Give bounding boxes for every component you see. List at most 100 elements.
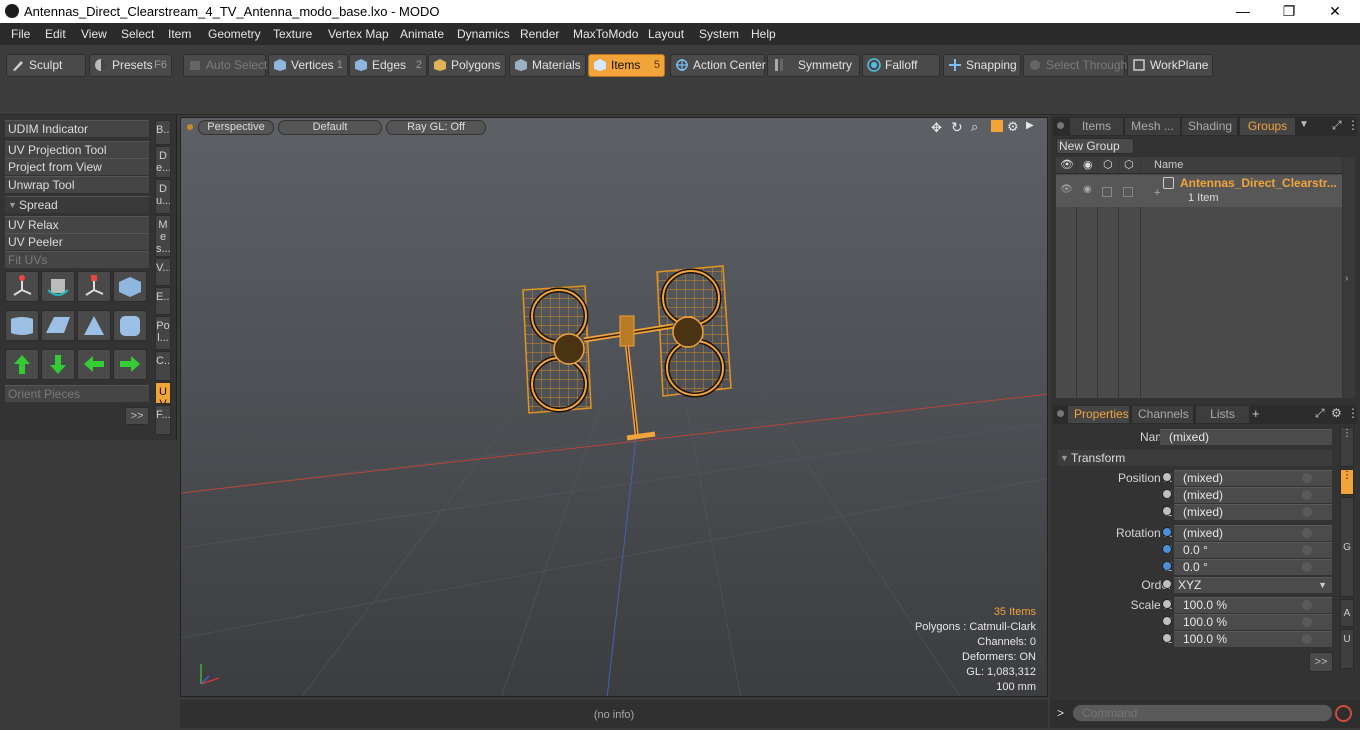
menu-vertex-map[interactable]: Vertex Map [328, 27, 389, 41]
command-input[interactable] [1072, 704, 1333, 722]
3d-viewport[interactable]: Perspective Default Ray GL: Off ✥ ↻ ⌕ ⚙ … [180, 117, 1048, 697]
project-from-view-button[interactable]: Project from View [5, 158, 149, 175]
rotation-z-key-icon[interactable] [1302, 562, 1312, 572]
tab-properties[interactable]: Properties [1068, 406, 1130, 423]
name-field[interactable]: (mixed) [1160, 429, 1332, 445]
scale-y-key-icon[interactable] [1302, 617, 1312, 627]
rotation-y-key-icon[interactable] [1302, 545, 1312, 555]
vtab-uv[interactable]: UV [155, 382, 171, 404]
workplane-button[interactable]: WorkPlane [1127, 54, 1213, 77]
tab-lists[interactable]: Lists [1196, 406, 1250, 423]
menu-dynamics[interactable]: Dynamics [457, 27, 510, 41]
uv-relax-button[interactable]: UV Relax [5, 216, 149, 233]
auto-select-button[interactable]: Auto Select [183, 54, 267, 77]
properties-menu-icon[interactable]: ⋮ [1347, 406, 1359, 420]
uv-sphere-project-button[interactable] [113, 310, 147, 341]
rotation-x-key-icon[interactable] [1302, 528, 1312, 538]
menu-item[interactable]: Item [168, 27, 191, 41]
materials-button[interactable]: Materials [509, 54, 586, 77]
tab-items[interactable]: Items [1070, 118, 1124, 135]
uv-projection-tool-button[interactable]: UV Projection Tool [5, 141, 149, 158]
vtab-curve[interactable]: C... [155, 351, 171, 381]
sidebar-strip-active[interactable]: ⋮ [1340, 469, 1354, 495]
sidebar-strip-top[interactable]: ⋮ [1340, 427, 1354, 467]
panel-menu-icon[interactable]: ⋮ [1347, 118, 1359, 132]
select-icon[interactable]: ⬡ [1124, 158, 1134, 171]
snapping-button[interactable]: Snapping [943, 54, 1021, 77]
scale-z-key-icon[interactable] [1302, 634, 1312, 644]
uv-left-button[interactable] [77, 349, 111, 380]
more-properties-button[interactable]: >> [1309, 652, 1333, 672]
scale-y-radio[interactable] [1162, 616, 1172, 626]
presets-button[interactable]: Presets F6 [89, 54, 172, 77]
menu-animate[interactable]: Animate [400, 27, 444, 41]
minimize-button[interactable]: — [1220, 0, 1266, 23]
add-tab-icon[interactable]: + [1252, 406, 1260, 421]
vtab-vertex[interactable]: V... [155, 258, 171, 286]
view-type-button[interactable]: Perspective [198, 120, 274, 135]
group-row[interactable]: 👁 ◉ + Antennas_Direct_Clearstr... 1 Item [1056, 175, 1342, 207]
vtab-mesh-edit[interactable]: Mes... [155, 215, 171, 257]
tab-shading[interactable]: Shading [1182, 118, 1238, 135]
uv-pyramid-project-button[interactable] [77, 310, 111, 341]
fit-uvs-button[interactable]: Fit UVs [5, 251, 149, 268]
new-group-button[interactable]: New Group [1056, 138, 1134, 154]
position-z-key-icon[interactable] [1302, 507, 1312, 517]
expand-panel-icon[interactable]: ⤢ [1332, 118, 1342, 133]
order-radio[interactable] [1162, 579, 1172, 589]
vtab-basic[interactable]: B... [155, 120, 171, 145]
shading-style-button[interactable]: Default [278, 120, 382, 135]
action-center-button[interactable]: Action Center [670, 54, 766, 77]
symmetry-button[interactable]: Symmetry [767, 54, 860, 77]
row-render-icon[interactable]: ◉ [1083, 184, 1092, 195]
maximize-button[interactable]: ❐ [1266, 0, 1312, 23]
menu-layout[interactable]: Layout [648, 27, 684, 41]
uv-up-button[interactable] [5, 349, 39, 380]
menu-select[interactable]: Select [121, 27, 154, 41]
edges-button[interactable]: Edges 2 [349, 54, 427, 77]
uv-right-button[interactable] [113, 349, 147, 380]
record-macro-icon[interactable] [1335, 705, 1352, 722]
scale-x-radio[interactable] [1162, 599, 1172, 609]
viewport-options-dot-icon[interactable] [187, 124, 193, 130]
sidebar-strip-u[interactable]: U [1340, 629, 1354, 669]
orient-pieces-button[interactable]: Orient Pieces [5, 385, 149, 402]
position-y-radio[interactable] [1162, 489, 1172, 499]
falloff-button[interactable]: Falloff [862, 54, 940, 77]
uv-down-button[interactable] [41, 349, 75, 380]
position-x-key-icon[interactable] [1302, 473, 1312, 483]
tab-groups[interactable]: Groups [1240, 118, 1296, 135]
fit-view-icon[interactable] [991, 120, 1003, 132]
more-tools-button[interactable]: >> [125, 407, 149, 425]
uv-peeler-button[interactable]: UV Peeler [5, 233, 149, 250]
vtab-duplicate[interactable]: Du... [155, 179, 171, 214]
zoom-icon[interactable]: ⌕ [971, 119, 978, 135]
expand-plus-icon[interactable]: + [1154, 187, 1160, 199]
row-select-checkbox[interactable] [1123, 187, 1133, 197]
menu-file[interactable]: File [11, 27, 30, 41]
tab-mesh[interactable]: Mesh ... [1125, 118, 1181, 135]
row-lock-checkbox[interactable] [1102, 187, 1112, 197]
menu-help[interactable]: Help [751, 27, 776, 41]
uv-rotate-tool-button[interactable] [41, 271, 75, 302]
spread-button[interactable]: ▼ Spread [5, 196, 149, 213]
menu-view[interactable]: View [81, 27, 107, 41]
uv-box-tool-button[interactable] [113, 271, 147, 302]
row-visibility-icon[interactable]: 👁 [1060, 184, 1073, 195]
viewport-menu-arrow-icon[interactable]: ▶ [1026, 120, 1034, 131]
menu-maxtomodo[interactable]: MaxToModo [573, 27, 638, 41]
rotation-y-radio[interactable] [1162, 544, 1172, 554]
vtab-edge[interactable]: E... [155, 287, 171, 315]
vtab-deform[interactable]: De... [155, 146, 171, 178]
menu-edit[interactable]: Edit [45, 27, 66, 41]
visibility-eye-icon[interactable]: 👁 [1060, 158, 1074, 171]
groups-scrollbar[interactable]: › [1343, 157, 1355, 398]
rotation-z-radio[interactable] [1162, 561, 1172, 571]
properties-settings-gear-icon[interactable]: ⚙ [1331, 406, 1342, 420]
menu-render[interactable]: Render [520, 27, 559, 41]
polygons-button[interactable]: Polygons [428, 54, 506, 77]
position-z-radio[interactable] [1162, 506, 1172, 516]
raygl-button[interactable]: Ray GL: Off [386, 120, 486, 135]
position-x-radio[interactable] [1162, 472, 1172, 482]
select-through-button[interactable]: Select Through [1023, 54, 1127, 77]
